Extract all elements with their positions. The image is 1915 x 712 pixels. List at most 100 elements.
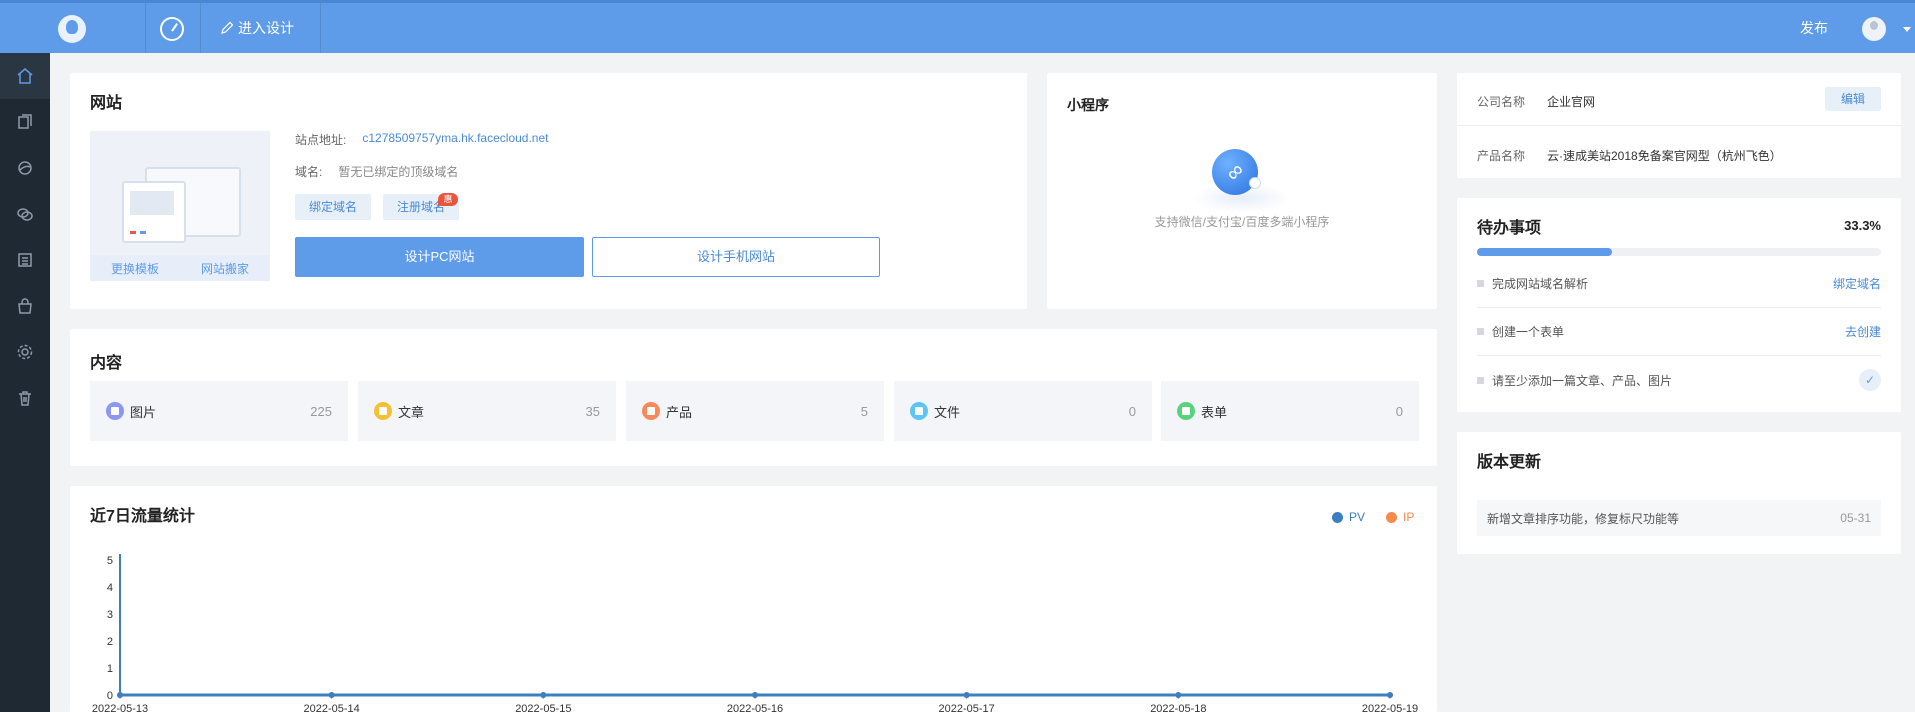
thumbnail-actions: 更换模板 网站搬家: [90, 255, 270, 281]
stat-count: 0: [1128, 403, 1136, 419]
palette-icon: [18, 161, 32, 175]
stat-label: 文章: [398, 404, 425, 420]
todo-item: 完成网站域名解析 绑定域名: [1477, 260, 1881, 308]
edit-button[interactable]: 编辑: [1825, 87, 1881, 111]
sidebar-item-messages[interactable]: [0, 191, 50, 237]
site-address-link[interactable]: c1278509757yma.hk.facecloud.net: [362, 131, 548, 148]
site-address-row: 站点地址: c1278509757yma.hk.facecloud.net: [295, 131, 548, 148]
traffic-card: 近7日流量统计 PV IP 0 1 2 3 4 5 2022-05-13 2022-05-14…: [70, 486, 1437, 712]
pages-icon: [18, 114, 32, 129]
topbar-divider: [145, 3, 146, 53]
stat-label: 文件: [934, 404, 961, 420]
data-point-pv: [328, 692, 335, 698]
y-tick-label: 1: [107, 663, 113, 675]
traffic-chart: 0 1 2 3 4 5 2022-05-13 2022-05-14 2022-05-15 2022…: [92, 554, 1418, 712]
chat-icon: [17, 208, 33, 221]
site-thumbnail: 更换模板 网站搬家: [90, 131, 270, 281]
todo-item-text: 完成网站域名解析: [1492, 277, 1589, 291]
product-name-row: 产品名称 云·速成美站2018免备案官网型（杭州飞色）: [1477, 147, 1782, 164]
domain-label: 域名:: [295, 165, 323, 179]
change-template-link[interactable]: 更换模板: [111, 260, 159, 277]
x-tick-label: 2022-05-15: [515, 703, 571, 712]
data-point-pv: [1387, 692, 1393, 698]
mini-program-card: 小程序 支持微信/支付宝/百度多端小程序: [1047, 73, 1437, 309]
company-name-value: 企业官网: [1547, 95, 1596, 109]
publish-button[interactable]: 发布: [1800, 3, 1828, 53]
data-point-pv: [540, 692, 547, 698]
enter-design-button[interactable]: 进入设计: [220, 3, 294, 53]
legend-label: IP: [1403, 510, 1415, 524]
user-avatar[interactable]: [1862, 17, 1886, 41]
updates-title: 版本更新: [1477, 454, 1542, 471]
list-icon: [18, 253, 32, 267]
pencil-icon: [221, 21, 234, 34]
todo-item: 创建一个表单 去创建: [1477, 308, 1881, 356]
y-tick-label: 3: [107, 609, 113, 621]
chevron-down-icon[interactable]: [1903, 27, 1911, 32]
form-icon: [1177, 402, 1195, 420]
image-icon: [106, 402, 124, 420]
create-form-link[interactable]: 去创建: [1845, 323, 1881, 340]
stat-label: 图片: [130, 404, 157, 420]
file-icon: [910, 402, 928, 420]
home-icon: [17, 68, 33, 84]
data-point-pv: [963, 692, 970, 698]
data-point-pv: [1175, 692, 1182, 698]
stat-images[interactable]: 图片 225: [90, 381, 348, 441]
sidebar-item-theme[interactable]: [0, 145, 50, 191]
domain-value: 暂无已绑定的顶级域名: [338, 165, 459, 179]
stat-count: 225: [310, 403, 332, 419]
trash-icon: [19, 391, 31, 406]
product-name-value: 云·速成美站2018免备案官网型（杭州飞色）: [1547, 149, 1782, 163]
sidebar-item-home[interactable]: [0, 53, 50, 99]
todo-percent: 33.3%: [1844, 218, 1881, 233]
legend-dot: [1332, 511, 1343, 523]
sidebar-item-shop[interactable]: [0, 283, 50, 329]
sidebar-item-settings[interactable]: [0, 329, 50, 375]
todo-item: 请至少添加一篇文章、产品、图片 ✓: [1477, 356, 1881, 404]
check-icon: ✓: [1859, 369, 1881, 391]
stat-forms[interactable]: 表单 0: [1161, 381, 1419, 441]
design-mobile-button[interactable]: 设计手机网站: [592, 237, 880, 277]
product-name-label: 产品名称: [1477, 149, 1526, 163]
update-text: 新增文章排序功能，修复标尺功能等: [1487, 511, 1680, 526]
y-tick-label: 4: [107, 582, 113, 594]
sidebar-item-list[interactable]: [0, 237, 50, 283]
company-name-row: 公司名称 企业官网: [1477, 93, 1595, 110]
stat-label: 表单: [1201, 404, 1228, 420]
bind-domain-button[interactable]: 绑定域名: [295, 194, 372, 220]
data-point-pv: [752, 692, 758, 698]
shop-bag-icon: [18, 298, 32, 314]
domain-row: 域名: 暂无已绑定的顶级域名: [295, 163, 458, 180]
sidebar: [0, 53, 50, 712]
top-bar: 进入设计 发布: [0, 0, 1915, 53]
design-pc-button[interactable]: 设计PC网站: [295, 237, 584, 277]
x-tick-label: 2022-05-18: [1150, 703, 1206, 712]
stat-files[interactable]: 文件 0: [894, 381, 1152, 441]
topbar-divider: [200, 3, 201, 53]
sidebar-item-trash[interactable]: [0, 375, 50, 421]
stat-count: 0: [1395, 403, 1403, 419]
update-item[interactable]: 新增文章排序功能，修复标尺功能等 05-31: [1477, 500, 1881, 536]
x-tick-label: 2022-05-16: [727, 703, 783, 712]
x-tick-label: 2022-05-14: [304, 703, 360, 712]
illustration-block: [130, 191, 174, 215]
bind-domain-link[interactable]: 绑定域名: [1833, 275, 1881, 292]
speedometer-icon[interactable]: [160, 17, 184, 41]
discount-badge: 惠: [438, 193, 458, 206]
stat-products[interactable]: 产品 5: [626, 381, 884, 441]
x-tick-label: 2022-05-13: [92, 703, 148, 712]
y-tick-label: 2: [107, 636, 113, 648]
sidebar-item-pages[interactable]: [0, 99, 50, 145]
site-move-link[interactable]: 网站搬家: [201, 260, 249, 277]
stat-count: 35: [585, 403, 600, 419]
legend-ip[interactable]: IP: [1386, 510, 1414, 524]
logo-icon[interactable]: [58, 15, 86, 43]
stat-articles[interactable]: 文章 35: [358, 381, 616, 441]
gear-icon: [17, 344, 33, 360]
content-title: 内容: [90, 355, 123, 372]
check-icon: [1249, 177, 1261, 189]
enter-design-label: 进入设计: [238, 20, 294, 36]
legend-pv[interactable]: PV: [1332, 510, 1365, 524]
y-tick-label: 0: [107, 690, 113, 702]
